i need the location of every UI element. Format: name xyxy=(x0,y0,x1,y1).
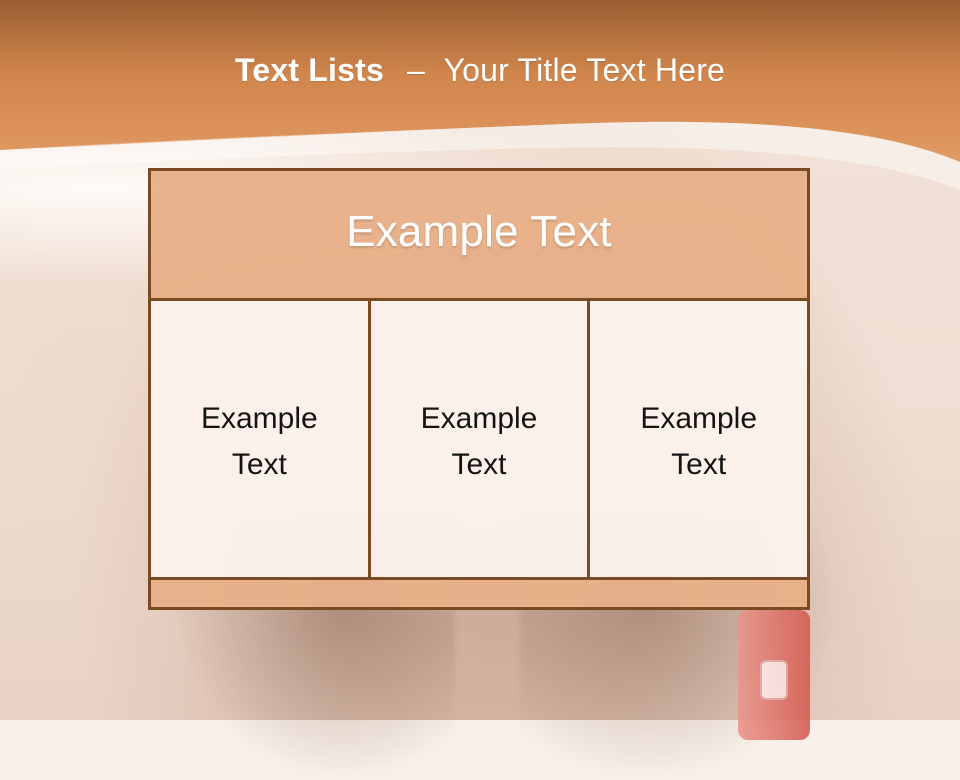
diagram-columns: Example Text Example Text Example Text xyxy=(151,301,808,577)
background-device xyxy=(738,610,810,740)
background-device-window xyxy=(760,660,788,700)
diagram-top-band: Example Text xyxy=(151,171,807,301)
diagram-column-3: Example Text xyxy=(590,301,808,577)
diagram-column-1: Example Text xyxy=(151,301,371,577)
title-separator: – xyxy=(407,52,426,88)
diagram-column-2: Example Text xyxy=(370,301,591,577)
text-list-diagram: Example Text Example Text Example Text E… xyxy=(148,168,810,610)
diagram-column-1-text: Example Text xyxy=(200,402,318,481)
page-title: Text Lists – Your Title Text Here xyxy=(0,52,960,89)
diagram-column-3-text: Example Text xyxy=(640,402,758,481)
title-bold: Text Lists xyxy=(234,52,384,88)
diagram-top-text: Example Text xyxy=(346,207,612,256)
diagram-bottom-band xyxy=(151,577,807,607)
diagram-column-2-text: Example Text xyxy=(420,402,538,481)
title-rest: Your Title Text Here xyxy=(443,52,726,88)
